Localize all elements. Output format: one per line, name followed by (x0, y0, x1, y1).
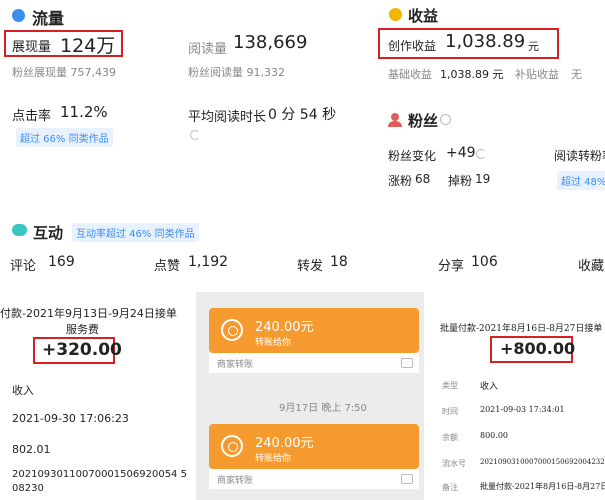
creation-income-value: 1,038.89 (445, 31, 526, 52)
creation-income-unit: 元 (528, 40, 539, 53)
bubble2-footer: 商家转账 (209, 469, 419, 489)
refresh-icon[interactable] (190, 130, 200, 140)
likes-label: 点赞 (154, 259, 181, 274)
bubble2-amount: 240.00元 (255, 436, 314, 451)
subsidy-income-label: 补贴收益 (515, 68, 559, 81)
fans-change-value: +49 (446, 145, 476, 161)
receipt-left-serial-2: 08230 (12, 483, 44, 494)
traffic-title: 流量 (32, 9, 65, 28)
comments-label: 评论 (10, 259, 37, 274)
fans-gain-value: 68 (415, 172, 431, 186)
merchant-icon-2 (401, 474, 413, 484)
fans-change-label: 粉丝变化 (388, 149, 437, 163)
creation-income-label: 创作收益 (388, 39, 437, 53)
interaction-badge: 互动率超过 46% 同类作品 (72, 223, 199, 242)
income-title: 收益 (408, 7, 439, 25)
impressions-label: 展现量 (12, 40, 52, 55)
receipt-left-title-2: 服务费 (66, 323, 99, 336)
receipt-left-title-1: 付款-2021年9月13日-9月24日接单 (0, 307, 177, 320)
chat-panel: 240.00元 转账给你 商家转账 9月17日 晚上 7:50 240.00元 … (196, 292, 424, 500)
receipt-right-type-value: 收入 (480, 382, 499, 392)
income-card: 收益 创作收益 1,038.89 元 基础收益 1,038.89 元 补贴收益 … (370, 0, 605, 96)
receipt-right-serial-value: 20210903100070001506920042329473 (480, 458, 605, 466)
share2-value: 106 (471, 254, 498, 270)
fans-badge: 超过 48% (557, 171, 605, 190)
comments-value: 169 (48, 254, 75, 270)
transfer-bubble-1[interactable]: 240.00元 转账给你 (209, 308, 419, 353)
receipt-right-amount: +800.00 (500, 339, 576, 358)
fans-refresh-icon[interactable] (476, 149, 486, 159)
fans-title: 粉丝 (408, 112, 439, 130)
receipt-right-title: 批量付款-2021年8月16日-8月27日接单 (440, 324, 603, 334)
chat-timestamp: 9月17日 晚上 7:50 (279, 403, 367, 414)
receipt-right-type-label: 类型 (442, 381, 458, 390)
receipt-right: 批量付款-2021年8月16日-8月27日接单 +800.00 类型 收入 时间… (430, 292, 605, 500)
transfer-bubble-2[interactable]: 240.00元 转账给你 (209, 424, 419, 469)
transfer-icon-2 (221, 435, 243, 457)
reads-label: 阅读量 (188, 42, 228, 57)
person-icon-body (388, 121, 402, 127)
bubble1-foot-label: 商家转账 (217, 360, 254, 370)
receipt-left-amount: +320.00 (42, 340, 122, 360)
fans-lose-label: 掉粉 (448, 174, 473, 188)
coin-icon (389, 8, 402, 21)
fans-gain-label: 涨粉 (388, 174, 413, 188)
bubble1-amount: 240.00元 (255, 320, 314, 335)
merchant-icon (401, 358, 413, 368)
receipt-right-time-label: 时间 (442, 407, 458, 416)
fan-reads: 粉丝阅读量 91,332 (188, 66, 285, 79)
receipt-right-balance-label: 余额 (442, 433, 458, 442)
transfer-icon (221, 319, 243, 341)
impressions-value: 124万 (60, 35, 116, 57)
avg-read-value: 0 分 54 秒 (268, 107, 337, 123)
traffic-card: 流量 展现量 124万 阅读量 138,669 粉丝展现量 757,439 粉丝… (0, 0, 362, 160)
read-convert-label: 阅读转粉率 (554, 149, 605, 163)
receipt-left-time: 2021-09-30 17:06:23 (12, 412, 129, 425)
interaction-card: 互动 互动率超过 46% 同类作品 评论 169 点赞 1,192 转发 18 … (0, 212, 605, 282)
ctr-value: 11.2% (60, 103, 108, 121)
bubble2-sub: 转账给你 (255, 454, 292, 464)
bubble1-sub: 转账给你 (255, 338, 292, 348)
ctr-badge: 超过 66% 同类作品 (16, 128, 113, 147)
receipt-right-balance-value: 800.00 (480, 431, 508, 440)
help-icon[interactable] (440, 114, 451, 125)
receipt-right-time-value: 2021-09-03 17:34:01 (480, 405, 565, 414)
reads-value: 138,669 (233, 32, 308, 53)
receipt-left: 付款-2021年9月13日-9月24日接单 服务费 +320.00 收入 202… (0, 292, 190, 500)
bubble1-footer: 商家转账 (209, 353, 419, 373)
favorites-label: 收藏 (578, 259, 605, 274)
drop-icon (12, 9, 25, 22)
avg-read-label: 平均阅读时长 (188, 110, 267, 125)
ctr-label: 点击率 (12, 109, 52, 124)
bubble2-foot-label: 商家转账 (217, 476, 254, 486)
share2-label: 分享 (438, 259, 465, 274)
interaction-title: 互动 (33, 224, 64, 242)
person-icon (391, 113, 399, 121)
receipt-right-serial-label: 流水号 (442, 459, 466, 468)
fans-card: 粉丝 粉丝变化 +49 阅读转粉率 涨粉 68 掉粉 19 超过 48% (370, 105, 605, 193)
fan-impressions: 粉丝展现量 757,439 (12, 66, 116, 79)
shares-value: 18 (330, 254, 348, 270)
receipt-left-balance: 802.01 (12, 443, 51, 456)
base-income-value: 1,038.89 元 (440, 68, 504, 81)
likes-value: 1,192 (188, 254, 229, 270)
fans-lose-value: 19 (475, 172, 491, 186)
receipt-left-serial-1: 20210930110070001506920054 5 (12, 469, 187, 480)
shares-label: 转发 (297, 259, 324, 274)
subsidy-income-value: 无 (571, 68, 582, 81)
chat-bubble-icon (12, 224, 27, 236)
base-income-label: 基础收益 (388, 68, 432, 81)
receipt-left-type: 收入 (12, 384, 34, 397)
receipt-right-remark-label: 备注 (442, 483, 458, 492)
receipt-right-remark-value: 批量付款-2021年8月16日-8月27日 (480, 482, 605, 491)
